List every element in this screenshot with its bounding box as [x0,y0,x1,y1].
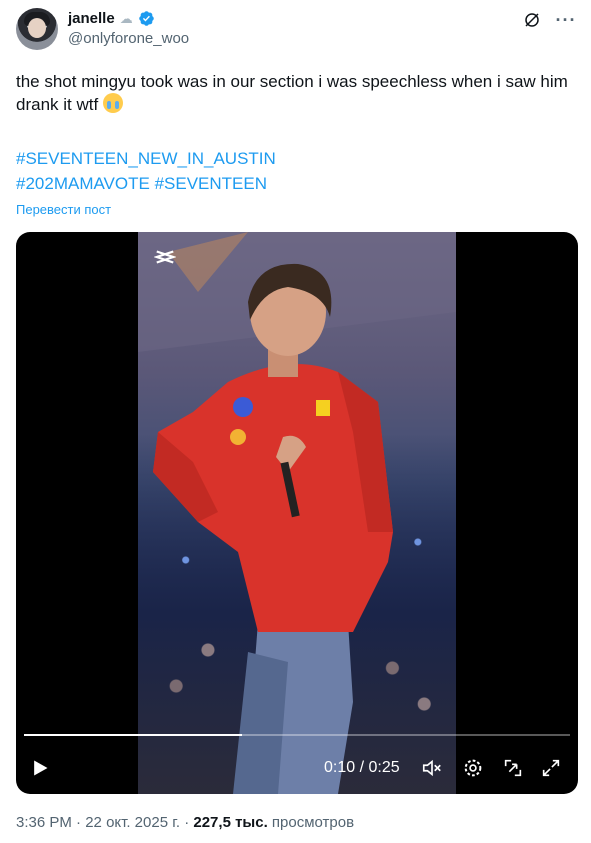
time-separator: / [355,759,369,776]
video-progress-bar[interactable] [24,734,570,736]
video-frame[interactable] [138,232,456,794]
more-icon[interactable]: ··· [556,10,576,30]
tweet-body: the shot mingyu took was in our section … [16,72,568,114]
meta-separator: · [180,814,194,831]
display-name[interactable]: janelle [68,10,115,27]
hashtag-link[interactable]: #202MAMAVOTE [16,174,150,193]
performer-image [138,232,456,794]
handle[interactable]: @onlyforone_woo [68,30,189,47]
tweet-meta: 3:36 PM · 22 окт. 2025 г. · 227,5 тыс. п… [16,814,354,831]
avatar[interactable] [16,8,58,50]
translate-post-link[interactable]: Перевести пост [16,202,111,217]
views-label: просмотров [271,814,355,831]
volume-muted-icon[interactable] [421,757,443,779]
verified-badge-icon [138,10,154,26]
video-progress-fill [24,734,243,736]
video-time: 0:10 / 0:25 [324,759,400,777]
picture-in-picture-icon[interactable] [502,757,524,779]
capcut-logo-icon [153,246,177,268]
crying-face-icon [102,93,123,113]
video-player[interactable]: 0:10 / 0:25 [16,232,578,794]
current-time: 0:10 [324,759,356,776]
tweet-text: the shot mingyu took was in our section … [16,70,578,116]
video-controls: 0:10 / 0:25 [16,750,578,784]
duration: 0:25 [368,759,400,776]
cloud-icon: ☁ [119,10,133,26]
hashtag-link[interactable]: #SEVENTEEN_NEW_IN_AUSTIN [16,149,276,168]
hashtags: #SEVENTEEN_NEW_IN_AUSTIN #202MAMAVOTE #S… [16,146,276,196]
play-icon[interactable] [30,758,50,778]
fullscreen-icon[interactable] [540,757,562,779]
views-count: 227,5 тыс. [193,814,268,831]
post-time[interactable]: 3:36 PM [16,814,72,831]
grok-icon[interactable] [522,10,542,30]
post-date[interactable]: 22 окт. 2025 г. [85,814,180,831]
author-names: janelle ☁ @onlyforone_woo [68,8,189,48]
settings-gear-icon[interactable] [462,757,484,779]
meta-separator: · [71,814,86,831]
tweet-header: janelle ☁ @onlyforone_woo ··· [16,8,576,52]
hashtag-link[interactable]: #SEVENTEEN [155,174,267,193]
